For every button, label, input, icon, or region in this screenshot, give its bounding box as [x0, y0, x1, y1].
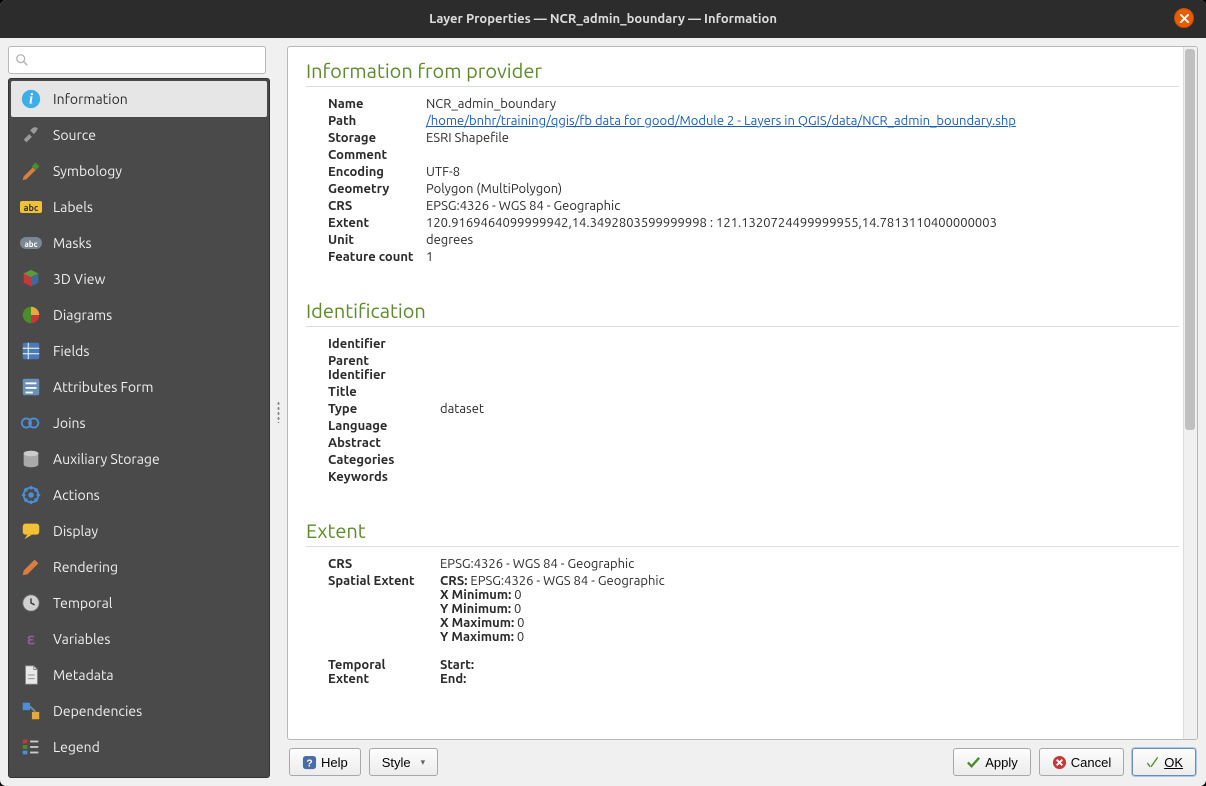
wrench-icon [19, 123, 43, 147]
sidebar-item-legend[interactable]: Legend [11, 729, 267, 765]
sidebar-item-label: Masks [53, 235, 92, 251]
sidebar-item-labels[interactable]: abc Labels [11, 189, 267, 225]
paintbrush-icon [19, 159, 43, 183]
search-field[interactable] [8, 46, 266, 74]
labels-icon: abc [19, 195, 43, 219]
sidebar-item-dependencies[interactable]: Dependencies [11, 693, 267, 729]
dialog-body: i Information Source Symbology abc Label… [0, 38, 1206, 786]
sidebar-item-auxiliary-storage[interactable]: Auxiliary Storage [11, 441, 267, 477]
sidebar-item-diagrams[interactable]: Diagrams [11, 297, 267, 333]
legend-icon [19, 735, 43, 759]
sidebar-item-joins[interactable]: Joins [11, 405, 267, 441]
sidebar-item-label: Dependencies [53, 703, 142, 719]
sidebar-item-label: Information [53, 91, 128, 107]
sidebar-item-display[interactable]: Display [11, 513, 267, 549]
sidebar-item-label: Legend [53, 739, 100, 755]
sidebar-item-metadata[interactable]: Metadata [11, 657, 267, 693]
section-identification-title: Identification [306, 299, 1179, 327]
svg-text:ε: ε [27, 631, 35, 649]
left-column: i Information Source Symbology abc Label… [8, 46, 270, 778]
path-link[interactable]: /home/bnhr/training/qgis/fb data for goo… [426, 114, 1016, 128]
fields-icon [19, 339, 43, 363]
svg-text:abc: abc [24, 240, 37, 249]
window-title: Layer Properties — NCR_admin_boundary — … [429, 12, 777, 26]
database-icon [19, 447, 43, 471]
sidebar-item-temporal[interactable]: Temporal [11, 585, 267, 621]
svg-text:abc: abc [24, 203, 39, 213]
sidebar-item-label: Auxiliary Storage [53, 451, 160, 467]
extent-table: CRSEPSG:4326 - WGS 84 - Geographic Spati… [328, 555, 665, 688]
section-extent-title: Extent [306, 519, 1179, 547]
button-row: ? Help Style▾ Apply Cancel OK [287, 748, 1198, 778]
gear-icon [19, 483, 43, 507]
document-icon [19, 663, 43, 687]
sidebar-item-masks[interactable]: abc Masks [11, 225, 267, 261]
help-icon: ? [302, 755, 317, 770]
ok-icon [1145, 755, 1160, 770]
sidebar-item-fields[interactable]: Fields [11, 333, 267, 369]
sidebar-item-label: 3D View [53, 271, 105, 287]
sidebar-item-label: Fields [53, 343, 89, 359]
search-icon [15, 53, 29, 67]
dialog-window: Layer Properties — NCR_admin_boundary — … [0, 0, 1206, 786]
sidebar-item-label: Joins [53, 415, 86, 431]
sidebar-item-label: Labels [53, 199, 93, 215]
brush-icon [19, 555, 43, 579]
cancel-icon [1052, 755, 1067, 770]
sidebar-item-source[interactable]: Source [11, 117, 267, 153]
cancel-button[interactable]: Cancel [1039, 748, 1124, 776]
sidebar: i Information Source Symbology abc Label… [8, 78, 270, 778]
joins-icon [19, 411, 43, 435]
sidebar-item-label: Attributes Form [53, 379, 153, 395]
sidebar-item-rendering[interactable]: Rendering [11, 549, 267, 585]
sidebar-item-label: Actions [53, 487, 100, 503]
sidebar-item-label: Metadata [53, 667, 114, 683]
cube-icon [19, 267, 43, 291]
tooltip-icon [19, 519, 43, 543]
sidebar-item-label: Rendering [53, 559, 118, 575]
content-pane: Information from provider NameNCR_admin_… [287, 46, 1198, 740]
sidebar-item-label: Symbology [53, 163, 122, 179]
check-icon [966, 755, 981, 770]
close-button[interactable] [1174, 8, 1194, 28]
scrollbar[interactable] [1183, 47, 1197, 739]
epsilon-icon: ε [19, 627, 43, 651]
chevron-down-icon: ▾ [421, 757, 426, 768]
clock-icon [19, 591, 43, 615]
sidebar-item-variables[interactable]: ε Variables [11, 621, 267, 657]
svg-text:?: ? [306, 758, 312, 769]
search-input[interactable] [33, 53, 259, 68]
help-button[interactable]: ? Help [289, 748, 361, 776]
section-provider-title: Information from provider [306, 59, 1179, 87]
close-icon [1180, 14, 1189, 23]
sidebar-item-label: Temporal [53, 595, 112, 611]
form-icon [19, 375, 43, 399]
sidebar-item-label: Source [53, 127, 96, 143]
splitter[interactable] [276, 46, 281, 778]
apply-button[interactable]: Apply [953, 748, 1031, 776]
svg-text:i: i [29, 92, 33, 108]
dependencies-icon [19, 699, 43, 723]
sidebar-item-actions[interactable]: Actions [11, 477, 267, 513]
scrollbar-thumb[interactable] [1185, 49, 1195, 430]
sidebar-item-3dview[interactable]: 3D View [11, 261, 267, 297]
titlebar: Layer Properties — NCR_admin_boundary — … [0, 0, 1206, 38]
provider-table: NameNCR_admin_boundary Path/home/bnhr/tr… [328, 95, 1016, 265]
piechart-icon [19, 303, 43, 327]
sidebar-item-label: Variables [53, 631, 110, 647]
sidebar-item-label: Diagrams [53, 307, 112, 323]
identification-table: Identifier Parent Identifier Title Typed… [328, 335, 484, 485]
main-column: Information from provider NameNCR_admin_… [287, 46, 1198, 778]
ok-button[interactable]: OK [1132, 748, 1196, 776]
info-icon: i [19, 87, 43, 111]
masks-icon: abc [19, 231, 43, 255]
sidebar-item-attributes-form[interactable]: Attributes Form [11, 369, 267, 405]
sidebar-item-label: Display [53, 523, 98, 539]
style-button[interactable]: Style▾ [369, 748, 438, 776]
sidebar-item-symbology[interactable]: Symbology [11, 153, 267, 189]
sidebar-item-information[interactable]: i Information [11, 81, 267, 117]
